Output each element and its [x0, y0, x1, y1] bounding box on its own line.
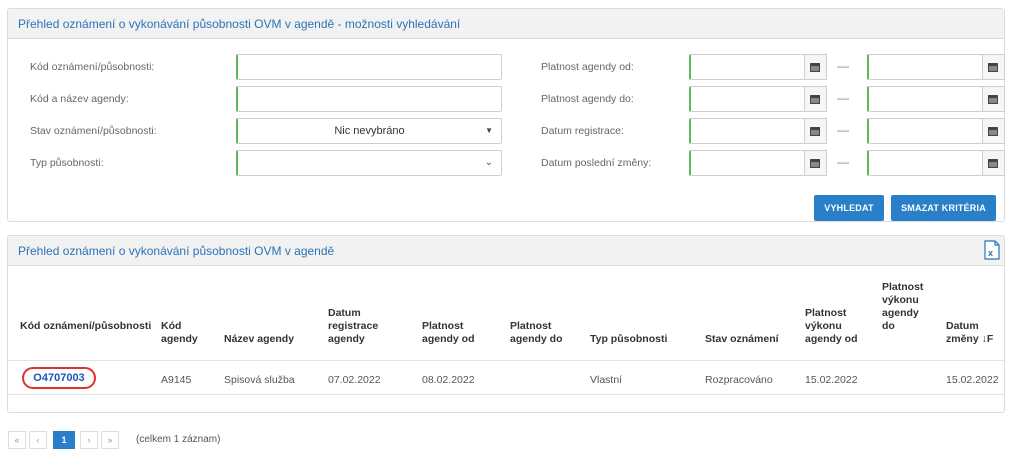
- results-title-text: Přehled oznámení o vykonávání působnosti…: [18, 244, 335, 258]
- type-label: Typ působnosti:: [30, 157, 104, 169]
- pagination-info: (celkem 1 záznam): [136, 434, 221, 445]
- results-panel: Přehled oznámení o vykonávání působnosti…: [7, 235, 1005, 413]
- code-input[interactable]: [236, 54, 502, 80]
- cell-agenda-name: Spisová služba: [224, 374, 295, 386]
- cell-agenda-code: A9145: [161, 374, 192, 386]
- last-change-label: Datum poslední změny:: [541, 157, 652, 169]
- calendar-icon[interactable]: [805, 54, 827, 80]
- last-page-button[interactable]: »: [101, 431, 119, 449]
- last-change-end-input[interactable]: [867, 150, 983, 176]
- col-header-validity-from[interactable]: Platnost agendy od: [422, 320, 484, 346]
- calendar-icon[interactable]: [805, 150, 827, 176]
- calendar-icon[interactable]: [983, 118, 1005, 144]
- validity-to-end-input[interactable]: [867, 86, 983, 112]
- agenda-label: Kód a název agendy:: [30, 93, 129, 105]
- cell-change-date: 15.02.2022: [946, 374, 999, 386]
- validity-to-label: Platnost agendy do:: [541, 93, 634, 105]
- next-page-button[interactable]: ›: [80, 431, 98, 449]
- validity-from-label: Platnost agendy od:: [541, 61, 634, 73]
- col-header-exec-from[interactable]: Platnost výkonu agendy od: [805, 307, 875, 346]
- registration-start-input[interactable]: [689, 118, 805, 144]
- col-header-exec-to[interactable]: Platnost výkonu agendy do: [882, 281, 934, 333]
- col-header-registration[interactable]: Datum registrace agendy: [328, 307, 400, 346]
- header-divider: [8, 360, 1004, 361]
- validity-to-start-input[interactable]: [689, 86, 805, 112]
- cell-exec-from: 15.02.2022: [805, 374, 858, 386]
- range-separator: —: [837, 59, 849, 73]
- status-label: Stav oznámení/působnosti:: [30, 125, 157, 137]
- col-header-status[interactable]: Stav oznámení: [705, 333, 805, 346]
- calendar-icon[interactable]: [983, 86, 1005, 112]
- calendar-icon[interactable]: [983, 54, 1005, 80]
- excel-export-icon[interactable]: x: [984, 240, 1000, 260]
- col-header-agenda-name[interactable]: Název agendy: [224, 333, 314, 346]
- col-header-type[interactable]: Typ působnosti: [590, 333, 700, 346]
- status-select-value: Nic nevybráno: [334, 125, 405, 137]
- col-header-agenda-code[interactable]: Kód agendy: [161, 320, 209, 346]
- range-separator: —: [837, 123, 849, 137]
- first-page-button[interactable]: «: [8, 431, 26, 449]
- cell-registration: 07.02.2022: [328, 374, 381, 386]
- results-panel-title: Přehled oznámení o vykonávání působnosti…: [8, 236, 1004, 266]
- notice-code-link[interactable]: O4707003: [22, 367, 96, 389]
- caret-down-icon: ▼: [485, 126, 493, 135]
- search-panel-title: Přehled oznámení o vykonávání působnosti…: [8, 9, 1004, 39]
- sort-icon[interactable]: ↓F: [982, 333, 994, 345]
- prev-page-button[interactable]: ‹: [29, 431, 47, 449]
- calendar-icon[interactable]: [805, 86, 827, 112]
- calendar-icon[interactable]: [983, 150, 1005, 176]
- col-header-code[interactable]: Kód oznámení/působnosti: [20, 320, 160, 333]
- calendar-icon[interactable]: [805, 118, 827, 144]
- registration-label: Datum registrace:: [541, 125, 624, 137]
- cell-type: Vlastní: [590, 374, 623, 386]
- chevron-down-icon: ⌄: [484, 157, 493, 168]
- search-panel: Přehled oznámení o vykonávání působnosti…: [7, 8, 1005, 222]
- type-select[interactable]: ⌄: [236, 150, 502, 176]
- agenda-input[interactable]: [236, 86, 502, 112]
- status-select[interactable]: Nic nevybráno ▼: [236, 118, 502, 144]
- col-header-change-date-label: Datum změny: [946, 320, 979, 345]
- range-separator: —: [837, 155, 849, 169]
- col-header-change-date[interactable]: Datum změny ↓F: [946, 320, 1002, 346]
- cell-status: Rozpracováno: [705, 374, 773, 386]
- svg-text:x: x: [988, 248, 993, 258]
- col-header-validity-to[interactable]: Platnost agendy do: [510, 320, 578, 346]
- last-change-start-input[interactable]: [689, 150, 805, 176]
- registration-end-input[interactable]: [867, 118, 983, 144]
- cell-validity-from: 08.02.2022: [422, 374, 475, 386]
- validity-from-start-input[interactable]: [689, 54, 805, 80]
- validity-from-end-input[interactable]: [867, 54, 983, 80]
- code-label: Kód oznámení/působnosti:: [30, 61, 155, 73]
- search-button[interactable]: VYHLEDAT: [814, 195, 884, 221]
- range-separator: —: [837, 91, 849, 105]
- page-1-button[interactable]: 1: [53, 431, 75, 449]
- clear-criteria-button[interactable]: SMAZAT KRITÉRIA: [891, 195, 996, 221]
- row-divider: [8, 394, 1004, 395]
